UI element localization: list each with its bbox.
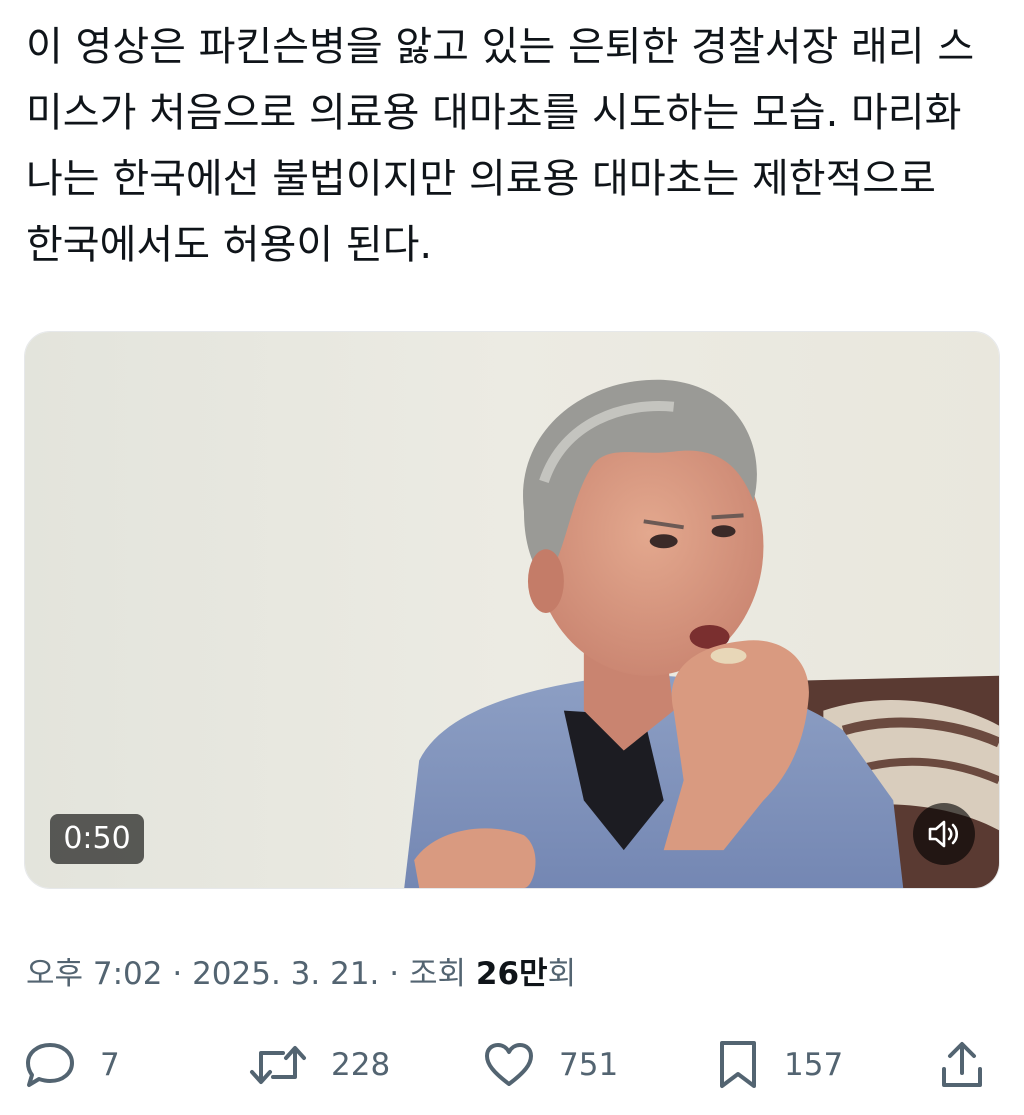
post-time[interactable]: 오후 7:02 <box>26 956 163 992</box>
mute-button[interactable] <box>913 803 975 865</box>
like-button[interactable]: 751 <box>483 1032 618 1098</box>
tweet-actions: 7 228 751 157 <box>0 1032 1024 1098</box>
video-player[interactable]: 0:50 <box>24 331 1000 889</box>
views-suffix: 회 <box>547 956 577 992</box>
retweet-count: 228 <box>331 1047 391 1083</box>
bookmark-button[interactable]: 157 <box>716 1032 843 1098</box>
reply-icon <box>26 1043 74 1087</box>
bookmark-icon <box>720 1041 756 1088</box>
share-button[interactable] <box>940 1032 984 1098</box>
bookmark-count: 157 <box>784 1047 844 1083</box>
speaker-muted-icon <box>928 820 959 848</box>
views-label: 조회 <box>408 956 476 992</box>
reply-count: 7 <box>100 1047 120 1083</box>
views-count: 26만 <box>475 956 548 992</box>
retweet-icon <box>250 1046 306 1084</box>
retweet-button[interactable]: 228 <box>249 1032 390 1098</box>
tweet-meta: 오후 7:02 · 2025. 3. 21. · 조회 26만회 <box>26 950 576 998</box>
reply-button[interactable]: 7 <box>24 1032 120 1098</box>
like-count: 751 <box>559 1047 619 1083</box>
video-thumbnail <box>25 332 999 888</box>
share-icon <box>942 1042 982 1087</box>
separator: · <box>162 956 193 992</box>
post-date[interactable]: 2025. 3. 21. <box>192 956 379 992</box>
heart-icon <box>485 1043 533 1086</box>
tweet-text: 이 영상은 파킨슨병을 앓고 있는 은퇴한 경찰서장 래리 스 미스가 처음으로… <box>26 24 975 268</box>
video-duration-badge: 0:50 <box>50 814 144 864</box>
separator: · <box>379 956 409 992</box>
